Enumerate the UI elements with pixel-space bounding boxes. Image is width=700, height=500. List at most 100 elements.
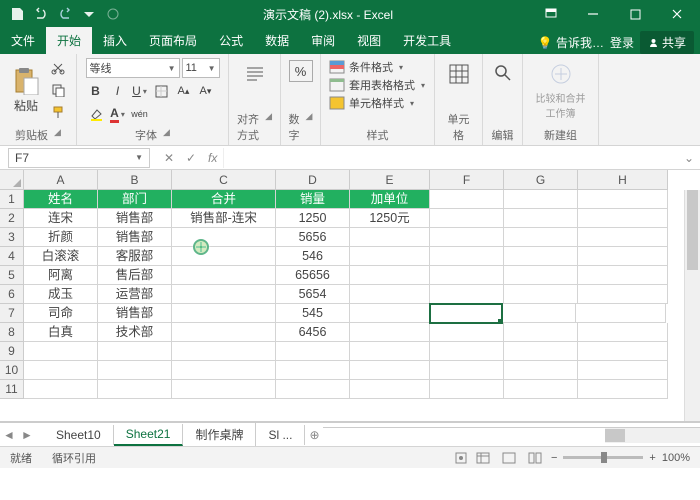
cell[interactable] xyxy=(578,247,668,266)
number-button[interactable]: % xyxy=(285,58,317,84)
cell[interactable] xyxy=(172,285,276,304)
formula-input[interactable] xyxy=(223,148,678,168)
cell[interactable]: 连宋 xyxy=(24,209,98,228)
cells-button[interactable] xyxy=(441,58,477,90)
cell[interactable] xyxy=(98,342,172,361)
editing-button[interactable] xyxy=(485,58,521,90)
ribbon-opts-icon[interactable] xyxy=(532,2,570,26)
save-icon[interactable] xyxy=(6,3,28,25)
row-header[interactable]: 11 xyxy=(0,380,24,399)
col-header[interactable]: B xyxy=(98,170,172,190)
name-box[interactable]: F7▼ xyxy=(8,148,150,168)
alignment-button[interactable] xyxy=(237,58,273,90)
cell[interactable]: 销售部-连宋 xyxy=(172,209,276,228)
view-layout-icon[interactable] xyxy=(499,450,519,466)
format-painter-icon[interactable] xyxy=(48,102,68,122)
cell[interactable] xyxy=(430,285,504,304)
cell[interactable] xyxy=(350,380,430,399)
spreadsheet-grid[interactable]: ABCDEFGH 1姓名部门合并销量加单位2连宋销售部销售部-连宋1250125… xyxy=(0,170,700,422)
cell[interactable]: 成玉 xyxy=(24,285,98,304)
cell[interactable] xyxy=(504,228,578,247)
cell[interactable] xyxy=(350,342,430,361)
cell[interactable] xyxy=(430,342,504,361)
row-header[interactable]: 2 xyxy=(0,209,24,228)
tab-layout[interactable]: 页面布局 xyxy=(138,27,208,54)
new-sheet-icon[interactable]: ⊕ xyxy=(305,428,323,442)
font-launcher-icon[interactable]: ◢ xyxy=(163,127,170,143)
cell[interactable]: 65656 xyxy=(276,266,350,285)
col-header[interactable]: F xyxy=(430,170,504,190)
view-pagebreak-icon[interactable] xyxy=(525,450,545,466)
cell[interactable] xyxy=(504,266,578,285)
cell[interactable] xyxy=(502,304,576,323)
cell[interactable] xyxy=(172,380,276,399)
cell[interactable] xyxy=(430,380,504,399)
cell[interactable] xyxy=(430,190,504,209)
cell[interactable] xyxy=(578,190,668,209)
cell[interactable]: 部门 xyxy=(98,190,172,209)
cancel-formula-icon[interactable]: ✕ xyxy=(158,151,180,165)
increase-font-icon[interactable]: A▴ xyxy=(174,81,194,101)
cell[interactable] xyxy=(504,323,578,342)
cell[interactable]: 折颜 xyxy=(24,228,98,247)
cell[interactable]: 销售部 xyxy=(98,304,172,323)
font-size-combo[interactable]: 11▼ xyxy=(182,58,220,78)
cell[interactable]: 白真 xyxy=(24,323,98,342)
select-all-corner[interactable] xyxy=(0,170,24,190)
cell[interactable]: 运营部 xyxy=(98,285,172,304)
sheet-nav-prev-icon[interactable]: ◄ xyxy=(0,428,18,442)
cell[interactable] xyxy=(24,380,98,399)
fx-icon[interactable]: fx xyxy=(202,151,223,165)
vertical-scrollbar[interactable] xyxy=(684,190,700,421)
maximize-icon[interactable] xyxy=(616,2,654,26)
close-icon[interactable] xyxy=(658,2,696,26)
copy-icon[interactable] xyxy=(48,80,68,100)
cell[interactable]: 1250 xyxy=(276,209,350,228)
cell[interactable] xyxy=(504,209,578,228)
cell[interactable]: 5656 xyxy=(276,228,350,247)
cell[interactable] xyxy=(276,342,350,361)
cell[interactable] xyxy=(430,266,504,285)
clipboard-launcher-icon[interactable]: ◢ xyxy=(54,127,61,143)
tab-home[interactable]: 开始 xyxy=(46,27,92,54)
tab-review[interactable]: 审阅 xyxy=(300,27,346,54)
cell[interactable]: 5654 xyxy=(276,285,350,304)
cell[interactable] xyxy=(172,323,276,342)
cell[interactable] xyxy=(504,285,578,304)
row-header[interactable]: 9 xyxy=(0,342,24,361)
tab-insert[interactable]: 插入 xyxy=(92,27,138,54)
tab-file[interactable]: 文件 xyxy=(0,27,46,54)
col-header[interactable]: G xyxy=(504,170,578,190)
cell[interactable]: 加单位 xyxy=(350,190,430,209)
row-header[interactable]: 1 xyxy=(0,190,24,209)
cell[interactable] xyxy=(350,285,430,304)
horizontal-scrollbar[interactable] xyxy=(323,427,700,443)
share-button[interactable]: 共享 xyxy=(640,31,694,54)
cell[interactable]: 司命 xyxy=(24,304,98,323)
sheet-tab[interactable]: Sheet10 xyxy=(44,425,114,445)
cell[interactable] xyxy=(578,228,668,247)
cell[interactable]: 白滚滚 xyxy=(24,247,98,266)
col-header[interactable]: H xyxy=(578,170,668,190)
col-header[interactable]: D xyxy=(276,170,350,190)
cell[interactable] xyxy=(276,380,350,399)
cell[interactable] xyxy=(172,247,276,266)
cell[interactable]: 销售部 xyxy=(98,228,172,247)
tell-me[interactable]: 💡 告诉我… xyxy=(538,34,604,51)
tab-data[interactable]: 数据 xyxy=(254,27,300,54)
minimize-icon[interactable] xyxy=(574,2,612,26)
cell[interactable]: 客服部 xyxy=(98,247,172,266)
cell[interactable] xyxy=(504,247,578,266)
cell[interactable] xyxy=(350,247,430,266)
cell[interactable]: 销量 xyxy=(276,190,350,209)
cell[interactable] xyxy=(172,342,276,361)
font-color-icon[interactable]: A▾ xyxy=(108,104,128,124)
decrease-font-icon[interactable]: A▾ xyxy=(196,81,216,101)
tab-formula[interactable]: 公式 xyxy=(208,27,254,54)
macro-record-icon[interactable] xyxy=(455,452,467,464)
cell[interactable] xyxy=(350,361,430,380)
cell[interactable] xyxy=(429,303,503,324)
cell[interactable] xyxy=(350,228,430,247)
italic-icon[interactable]: I xyxy=(108,81,128,101)
cell[interactable] xyxy=(172,361,276,380)
